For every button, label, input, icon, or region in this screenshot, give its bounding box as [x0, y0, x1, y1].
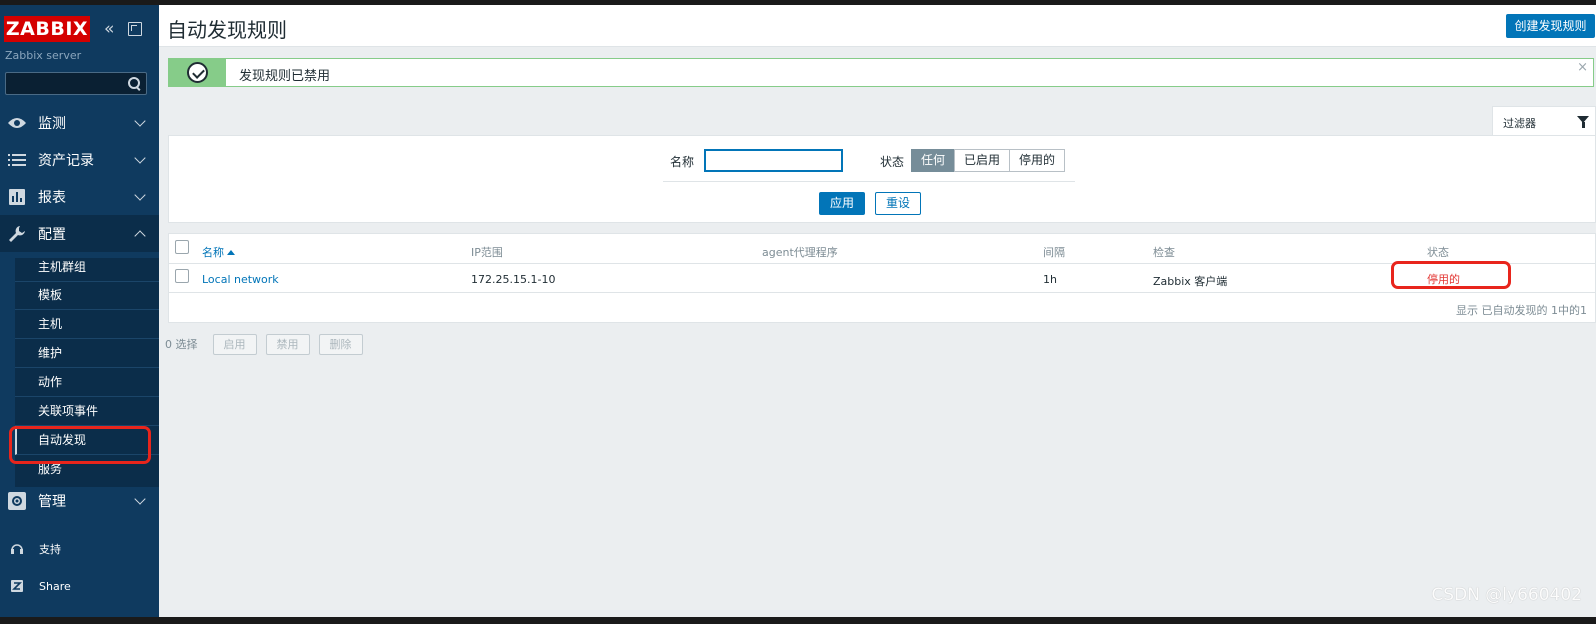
- menu-share[interactable]: Share: [0, 571, 159, 601]
- reset-button[interactable]: 重设: [875, 192, 921, 215]
- status-option-any[interactable]: 任何: [911, 149, 956, 172]
- column-header-status: 状态: [1427, 246, 1449, 259]
- column-header-checks: 检查: [1153, 246, 1175, 259]
- main-content: 自动发现规则 创建发现规则 发现规则已禁用 × 过滤器 名称 状态 任何 已启用…: [159, 5, 1596, 617]
- menu-monitoring[interactable]: 监测: [0, 104, 159, 141]
- collapse-sidebar-icon[interactable]: «: [104, 21, 120, 38]
- wrench-icon: [6, 225, 28, 243]
- filter-status-label: 状态: [880, 155, 905, 169]
- rule-interval: 1h: [1043, 273, 1057, 286]
- bulk-actions-bar: 0 选择 启用 禁用 删除: [165, 333, 372, 355]
- menu-share-label: Share: [39, 579, 71, 593]
- status-option-disabled[interactable]: 停用的: [1009, 149, 1066, 172]
- filter-name-input[interactable]: [704, 149, 843, 172]
- submenu-hosts[interactable]: 主机: [15, 310, 159, 339]
- filter-name-label: 名称: [670, 155, 695, 169]
- column-header-proxy: agent代理程序: [762, 246, 838, 259]
- row-checkbox[interactable]: [175, 269, 189, 283]
- page-header: 自动发现规则 创建发现规则: [159, 5, 1596, 47]
- menu-administration[interactable]: 管理: [0, 482, 159, 519]
- success-message-text: 发现规则已禁用: [239, 69, 331, 84]
- table-footer-count: 显示 已自动发现的 1中的1: [1456, 304, 1587, 317]
- kiosk-mode-icon[interactable]: [128, 22, 142, 36]
- apply-button[interactable]: 应用: [819, 192, 865, 215]
- row-divider: [169, 292, 1595, 293]
- filter-icon: [1577, 116, 1589, 128]
- share-z-icon: [9, 578, 25, 594]
- chevron-up-icon: [134, 229, 146, 242]
- submenu-host-groups[interactable]: 主机群组: [15, 253, 159, 282]
- submenu-templates[interactable]: 模板: [15, 281, 159, 310]
- sidebar: ZABBIX « Zabbix server 监测 资产记录 报表 配置 主机群…: [0, 5, 159, 617]
- discovery-rules-table: 名称 IP范围 agent代理程序 间隔 检查 状态 Local network…: [168, 233, 1596, 323]
- success-message: 发现规则已禁用 ×: [168, 58, 1594, 87]
- zabbix-logo[interactable]: ZABBIX: [4, 16, 90, 42]
- status-segmented-control: 任何 已启用 停用的: [911, 149, 1066, 172]
- menu-configuration[interactable]: 配置: [0, 215, 159, 252]
- bottom-dark-strip: [0, 617, 1596, 624]
- status-highlight-annotation: [1391, 261, 1511, 289]
- filter-panel: 名称 状态 任何 已启用 停用的 应用 重设: [168, 135, 1596, 223]
- menu-inventory-label: 资产记录: [38, 152, 94, 169]
- filter-tab[interactable]: 过滤器: [1492, 106, 1596, 136]
- sort-asc-icon: [227, 250, 235, 255]
- chevron-down-icon: [134, 151, 146, 164]
- menu-reports-label: 报表: [38, 189, 66, 206]
- bulk-disable-button[interactable]: 禁用: [265, 333, 310, 355]
- select-all-checkbox[interactable]: [175, 240, 189, 254]
- header-divider: [169, 263, 1595, 264]
- headset-icon: [9, 541, 25, 557]
- check-circle-icon: [187, 62, 208, 83]
- submenu-actions[interactable]: 动作: [15, 368, 159, 397]
- menu-support-label: 支持: [39, 543, 61, 556]
- column-header-name[interactable]: 名称: [202, 244, 235, 260]
- status-option-enabled[interactable]: 已启用: [954, 149, 1011, 172]
- submenu-event-correlation[interactable]: 关联项事件: [15, 397, 159, 426]
- bulk-enable-button[interactable]: 启用: [212, 333, 257, 355]
- selected-count: 0 选择: [165, 338, 198, 351]
- gear-icon: [6, 491, 28, 510]
- submenu-maintenance[interactable]: 维护: [15, 339, 159, 368]
- create-discovery-rule-button[interactable]: 创建发现规则: [1506, 14, 1595, 38]
- sidebar-search-input[interactable]: [5, 72, 147, 95]
- menu-configuration-label: 配置: [38, 226, 66, 243]
- bar-chart-icon: [6, 188, 28, 206]
- list-icon: [6, 151, 28, 169]
- column-header-interval: 间隔: [1043, 246, 1065, 259]
- watermark: CSDN @ly660402: [1431, 585, 1582, 605]
- bulk-delete-button[interactable]: 删除: [318, 333, 363, 355]
- page-title: 自动发现规则: [167, 18, 287, 42]
- chevron-down-icon: [134, 188, 146, 201]
- column-header-ip-range: IP范围: [471, 246, 503, 259]
- menu-support[interactable]: 支持: [0, 534, 159, 564]
- rule-name-link[interactable]: Local network: [202, 273, 279, 286]
- rule-ip-range: 172.25.15.1-10: [471, 273, 556, 286]
- search-icon[interactable]: [128, 77, 142, 91]
- server-name: Zabbix server: [5, 49, 82, 62]
- rule-checks: Zabbix 客户端: [1153, 275, 1228, 288]
- close-icon[interactable]: ×: [1577, 60, 1588, 75]
- menu-monitoring-label: 监测: [38, 115, 66, 132]
- filter-divider: [663, 181, 1075, 182]
- discovery-highlight-annotation: [9, 426, 151, 464]
- chevron-down-icon: [134, 492, 146, 505]
- eye-icon: [6, 114, 28, 132]
- chevron-down-icon: [134, 114, 146, 127]
- menu-reports[interactable]: 报表: [0, 178, 159, 215]
- menu-inventory[interactable]: 资产记录: [0, 141, 159, 178]
- filter-tab-label: 过滤器: [1503, 117, 1536, 130]
- menu-administration-label: 管理: [38, 493, 66, 510]
- column-header-name-label: 名称: [202, 246, 224, 259]
